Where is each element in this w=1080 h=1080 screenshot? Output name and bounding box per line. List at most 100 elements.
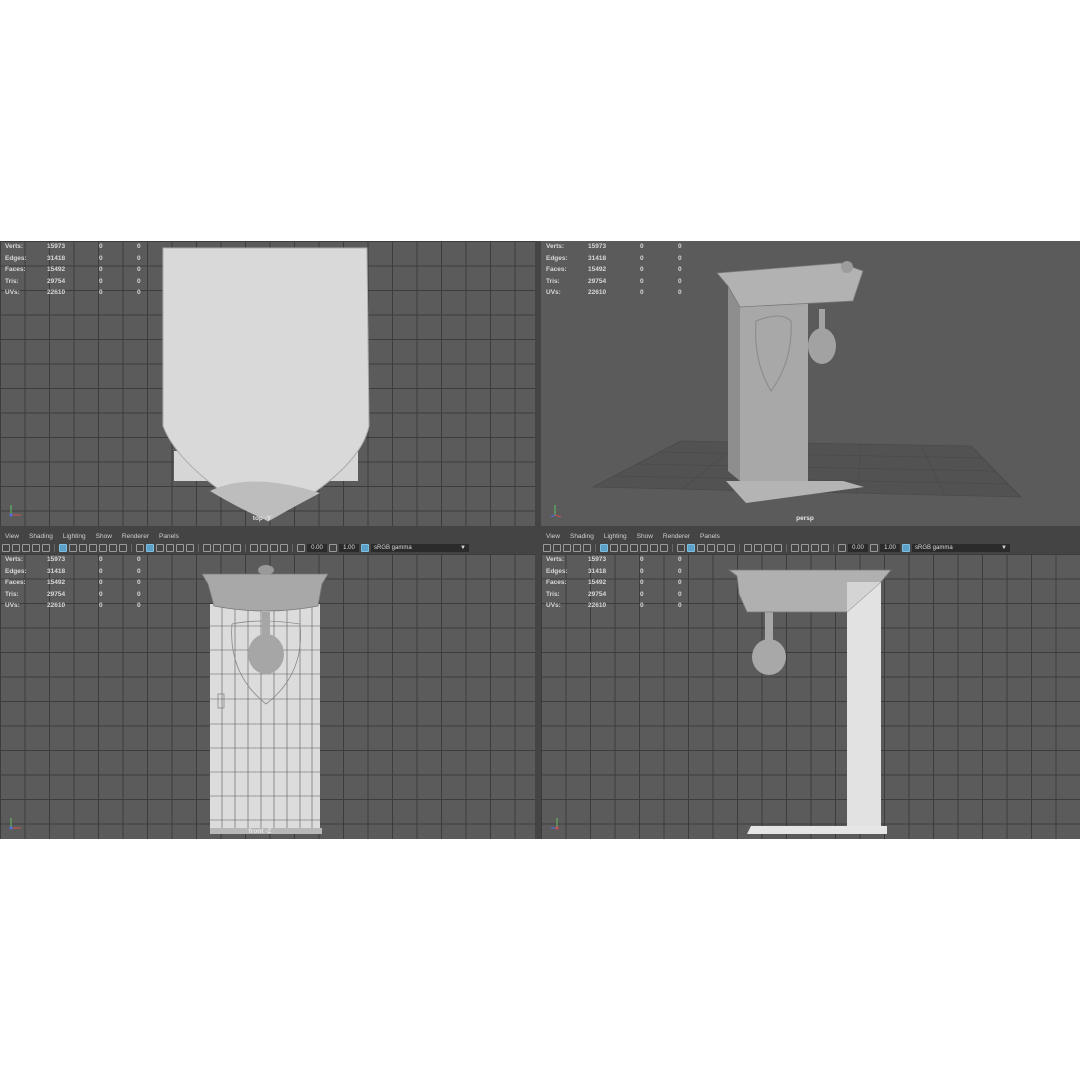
wireframe-icon[interactable] (136, 543, 144, 552)
safe-title-icon[interactable] (119, 543, 127, 552)
wireframe-icon[interactable] (677, 543, 685, 552)
image-plane-icon[interactable] (32, 543, 40, 552)
motion-blur-icon[interactable] (754, 543, 762, 552)
safe-title-icon[interactable] (660, 543, 668, 552)
lights-icon[interactable] (176, 543, 184, 552)
toolbar-divider (198, 543, 199, 552)
axis-gizmo-icon (551, 818, 559, 830)
safe-action-icon[interactable] (650, 543, 658, 552)
exposure-icon[interactable] (297, 543, 305, 552)
toolbar-divider (131, 543, 132, 552)
menu-show[interactable]: Show (632, 531, 658, 542)
ambient-occlusion-icon[interactable] (744, 543, 752, 552)
toolbar-divider (245, 543, 246, 552)
maya-four-view-layout: Verts: 15973 0 0 Edges: 31418 0 0 Faces: 15492 0… (0, 241, 1080, 839)
color-management-icon[interactable] (902, 543, 910, 552)
viewport-persp[interactable]: Verts: 15973 0 0 Edges: 31418 0 0 Faces: 15492 0… (541, 241, 1080, 526)
camera-label: top -Y (252, 515, 272, 522)
textured-icon[interactable] (707, 543, 715, 552)
safe-action-icon[interactable] (109, 543, 117, 552)
poly-count-hud: Verts: 15973 0 0 Edges: 31418 0 0 Faces: 15492 0… (5, 556, 141, 609)
menu-view[interactable]: View (0, 531, 24, 542)
poly-count-hud: Verts: 15973 0 0 Edges: 31418 0 0 Faces: 15492 0… (5, 243, 141, 296)
menu-panels[interactable]: Panels (695, 531, 725, 542)
shadows-icon[interactable] (727, 543, 735, 552)
field-chart-icon[interactable] (99, 543, 107, 552)
field-chart-icon[interactable] (640, 543, 648, 552)
xray-icon[interactable] (801, 543, 809, 552)
menu-lighting[interactable]: Lighting (58, 531, 91, 542)
gamma-field[interactable]: 1.00 (880, 543, 900, 552)
paint-icon[interactable] (42, 543, 50, 552)
wireframe-on-shaded-icon[interactable] (156, 543, 164, 552)
exposure-icon[interactable] (838, 543, 846, 552)
menu-renderer[interactable]: Renderer (117, 531, 154, 542)
axis-gizmo-icon (9, 818, 21, 830)
menu-view[interactable]: View (541, 531, 565, 542)
menu-show[interactable]: Show (91, 531, 117, 542)
exposure-field[interactable]: 0.00 (848, 543, 868, 552)
view-transform-select[interactable]: sRGB gamma ▼ (371, 543, 469, 552)
textured-icon[interactable] (166, 543, 174, 552)
anti-aliasing-icon[interactable] (764, 543, 772, 552)
view-transform-value: sRGB gamma (374, 544, 412, 551)
film-gate-icon[interactable] (69, 543, 77, 552)
resolution-gate-icon[interactable] (620, 543, 628, 552)
paint-icon[interactable] (583, 543, 591, 552)
axis-gizmo-icon (9, 505, 21, 517)
viewport-top[interactable]: Verts: 15973 0 0 Edges: 31418 0 0 Faces: 15492 0… (0, 241, 535, 526)
menu-shading[interactable]: Shading (565, 531, 599, 542)
panel-toolbar: 0.00 1.00 sRGB gamma ▼ (541, 542, 1078, 553)
isolate-select-icon[interactable] (250, 543, 258, 552)
smooth-shade-icon[interactable] (687, 543, 695, 552)
shadows-icon[interactable] (186, 543, 194, 552)
smooth-shade-icon[interactable] (146, 543, 154, 552)
camera-label: front -Z (248, 828, 272, 835)
image-plane-icon[interactable] (573, 543, 581, 552)
camera-label: side -X (792, 828, 814, 835)
toolbar-divider (739, 543, 740, 552)
panel-menu-bar: View Shading Lighting Show Renderer Pane… (0, 531, 535, 542)
backface-icon[interactable] (280, 543, 288, 552)
menu-panels[interactable]: Panels (154, 531, 184, 542)
resolution-gate-icon[interactable] (79, 543, 87, 552)
depth-of-field-icon[interactable] (774, 543, 782, 552)
motion-blur-icon[interactable] (213, 543, 221, 552)
anti-aliasing-icon[interactable] (223, 543, 231, 552)
axis-gizmo-icon (550, 505, 562, 518)
xray-joints-icon[interactable] (811, 543, 819, 552)
viewport-front[interactable]: Verts: 15973 0 0 Edges: 31418 0 0 Faces: 15492 0… (0, 554, 535, 839)
bookmark-icon[interactable] (563, 543, 571, 552)
menu-renderer[interactable]: Renderer (658, 531, 695, 542)
chevron-down-icon: ▼ (460, 544, 466, 551)
gate-mask-icon[interactable] (89, 543, 97, 552)
gate-mask-icon[interactable] (630, 543, 638, 552)
viewport-side[interactable]: Verts: 15973 0 0 Edges: 31418 0 0 Faces: 15492 0… (541, 554, 1080, 839)
menu-shading[interactable]: Shading (24, 531, 58, 542)
lights-icon[interactable] (717, 543, 725, 552)
grid-toggle-icon[interactable] (59, 543, 67, 552)
ambient-occlusion-icon[interactable] (203, 543, 211, 552)
camera-attributes-icon[interactable] (553, 543, 561, 552)
backface-icon[interactable] (821, 543, 829, 552)
toolbar-divider (672, 543, 673, 552)
toolbar-divider (786, 543, 787, 552)
camera-attributes-icon[interactable] (12, 543, 20, 552)
gamma-icon[interactable] (329, 543, 337, 552)
depth-of-field-icon[interactable] (233, 543, 241, 552)
film-gate-icon[interactable] (610, 543, 618, 552)
color-management-icon[interactable] (361, 543, 369, 552)
grid-toggle-icon[interactable] (600, 543, 608, 552)
menu-lighting[interactable]: Lighting (599, 531, 632, 542)
gamma-icon[interactable] (870, 543, 878, 552)
isolate-select-icon[interactable] (791, 543, 799, 552)
view-transform-select[interactable]: sRGB gamma ▼ (912, 543, 1010, 552)
camera-icon[interactable] (543, 543, 551, 552)
exposure-field[interactable]: 0.00 (307, 543, 327, 552)
xray-icon[interactable] (260, 543, 268, 552)
bookmark-icon[interactable] (22, 543, 30, 552)
camera-icon[interactable] (2, 543, 10, 552)
xray-joints-icon[interactable] (270, 543, 278, 552)
gamma-field[interactable]: 1.00 (339, 543, 359, 552)
wireframe-on-shaded-icon[interactable] (697, 543, 705, 552)
